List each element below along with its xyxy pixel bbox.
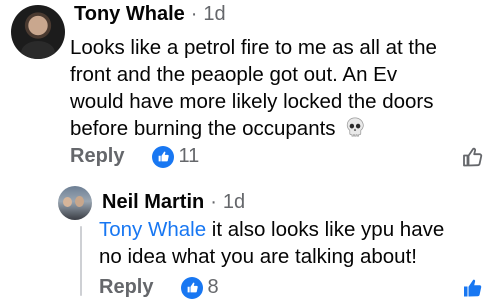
reply-button[interactable]: Reply (70, 145, 124, 168)
avatar[interactable] (11, 5, 65, 59)
reaction-count: 8 (207, 276, 219, 298)
author-name[interactable]: Tony Whale (74, 3, 185, 26)
comment-timestamp[interactable]: 1d (203, 3, 225, 26)
comment-text-line: front and the peaople got out. An Ev (70, 63, 398, 86)
like-outline-icon[interactable] (461, 145, 485, 169)
comment-actions: Reply 8 (99, 276, 219, 299)
avatar[interactable] (58, 186, 92, 220)
comment-header: Neil Martin · 1d (102, 191, 245, 214)
like-reaction-icon (152, 145, 175, 168)
separator-dot: · (210, 191, 217, 213)
reaction-summary[interactable]: 8 (181, 276, 219, 299)
reaction-count: 11 (178, 145, 200, 167)
thread-line (80, 226, 82, 296)
reply-button[interactable]: Reply (99, 276, 153, 299)
mention-link[interactable]: Tony Whale (99, 218, 206, 241)
comment-text-line: would have more likely locked the doors (70, 90, 434, 113)
skull-icon (344, 116, 366, 138)
comment-actions: Reply 11 (70, 145, 199, 168)
comment-text: Tony Whale it also looks like ypu have n… (99, 216, 494, 270)
comment-text-line-last: before burning the occupants (70, 115, 490, 142)
comment-text: Looks like a petrol fire to me as all at… (70, 34, 490, 142)
like-filled-icon[interactable] (461, 276, 485, 300)
comment-text-line: no idea what you are talking about! (99, 245, 417, 268)
comment-text-line: before burning the occupants (70, 117, 336, 140)
comment-text-line: it also looks like ypu have (206, 218, 445, 241)
comment-header: Tony Whale · 1d (74, 3, 226, 33)
comment-timestamp[interactable]: 1d (223, 191, 245, 214)
like-reaction-icon (181, 276, 204, 299)
author-name[interactable]: Neil Martin (102, 191, 204, 214)
reaction-summary[interactable]: 11 (152, 145, 199, 168)
separator-dot: · (190, 3, 198, 25)
comment-text-line: Looks like a petrol fire to me as all at… (70, 36, 437, 59)
